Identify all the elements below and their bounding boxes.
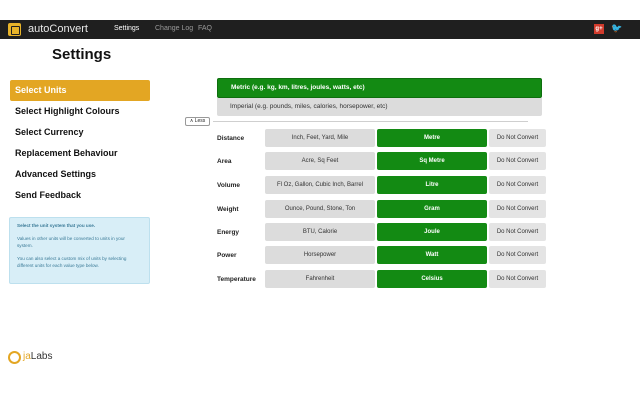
brand-name: jaLabs [23,351,52,362]
twitter-icon[interactable]: 🐦 [611,23,622,34]
row-label-area: Area [217,158,232,165]
energy-no-convert-option[interactable]: Do Not Convert [489,223,546,241]
metric-system-option[interactable]: Metric (e.g. kg, km, litres, joules, wat… [217,78,542,98]
nav-faq[interactable]: FAQ [198,25,212,32]
brand-suffix: Labs [30,351,53,362]
brand-logo: jaLabs [8,351,68,365]
imperial-system-option[interactable]: Imperial (e.g. pounds, miles, calories, … [217,98,542,116]
distance-no-convert-option[interactable]: Do Not Convert [489,129,546,147]
info-text-1: Values in other units will be converted … [17,236,125,248]
sidebar-item-send-feedback[interactable]: Send Feedback [10,185,150,206]
less-button[interactable]: ∧ Less [185,117,210,126]
google-plus-icon[interactable]: g+ [594,24,604,34]
divider [213,121,528,122]
area-imperial-option[interactable]: Acre, Sq Feet [265,152,375,170]
row-label-power: Power [217,252,237,259]
distance-metric-option[interactable]: Metre [377,129,487,147]
row-label-volume: Volume [217,182,240,189]
brand-circle-icon [8,351,21,364]
power-metric-option[interactable]: Watt [377,246,487,264]
info-box: Select the unit system that you use. Val… [9,217,150,284]
area-no-convert-option[interactable]: Do Not Convert [489,152,546,170]
sidebar-item-highlight-colours[interactable]: Select Highlight Colours [10,101,150,122]
temperature-metric-option[interactable]: Celsius [377,270,487,288]
app-logo-icon [8,23,21,36]
row-label-weight: Weight [217,206,239,213]
sidebar-item-select-units[interactable]: Select Units [10,80,150,101]
energy-metric-option[interactable]: Joule [377,223,487,241]
temperature-imperial-option[interactable]: Fahrenheit [265,270,375,288]
page-title: Settings [52,46,112,63]
nav-change-log[interactable]: Change Log [155,25,193,32]
sidebar-item-advanced-settings[interactable]: Advanced Settings [10,164,150,185]
nav-settings[interactable]: Settings [114,25,139,32]
power-no-convert-option[interactable]: Do Not Convert [489,246,546,264]
row-label-energy: Energy [217,229,240,236]
row-label-temperature: Temperature [217,276,256,283]
temperature-no-convert-option[interactable]: Do Not Convert [489,270,546,288]
brand-accent: ja [23,351,31,362]
top-navbar: autoConvert Settings Change Log FAQ g+ 🐦 [0,20,640,39]
volume-metric-option[interactable]: Litre [377,176,487,194]
app-title: autoConvert [28,23,88,35]
row-label-distance: Distance [217,135,245,142]
distance-imperial-option[interactable]: Inch, Feet, Yard, Mile [265,129,375,147]
energy-imperial-option[interactable]: BTU, Calorie [265,223,375,241]
sidebar-item-select-currency[interactable]: Select Currency [10,122,150,143]
info-text-2: You can also select a custom mix of unit… [17,256,127,268]
weight-metric-option[interactable]: Gram [377,200,487,218]
power-imperial-option[interactable]: Horsepower [265,246,375,264]
area-metric-option[interactable]: Sq Metre [377,152,487,170]
info-title: Select the unit system that you use. [17,223,96,228]
volume-no-convert-option[interactable]: Do Not Convert [489,176,546,194]
weight-no-convert-option[interactable]: Do Not Convert [489,200,546,218]
sidebar-item-replacement-behaviour[interactable]: Replacement Behaviour [10,143,150,164]
volume-imperial-option[interactable]: Fl Oz, Gallon, Cubic Inch, Barrel [265,176,375,194]
weight-imperial-option[interactable]: Ounce, Pound, Stone, Ton [265,200,375,218]
sidebar: Select Units Select Highlight Colours Se… [10,80,150,206]
